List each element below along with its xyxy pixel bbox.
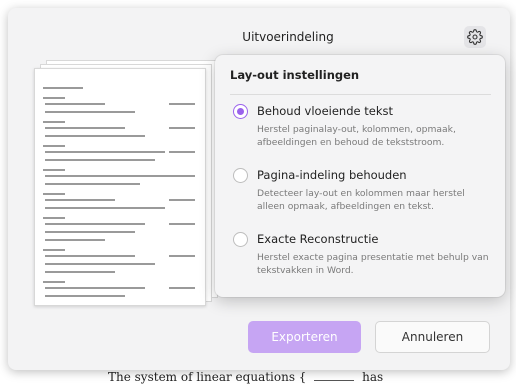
preview-text-line: [43, 145, 65, 147]
layout-settings-popover: Lay-out instellingen Behoud vloeiende te…: [215, 55, 505, 297]
preview-text-line: [43, 87, 83, 89]
preview-text-line: [45, 207, 165, 209]
preview-answer-line: [169, 151, 195, 153]
option-description: Herstel paginalay-out, kolommen, opmaak,…: [257, 124, 456, 148]
page-preview: [34, 60, 220, 306]
preview-text-line: [45, 199, 115, 201]
gear-icon: [467, 29, 483, 45]
preview-text-line: [43, 281, 65, 283]
screen: The system of linear equations { has Uit…: [0, 0, 516, 384]
preview-text-line: [45, 111, 135, 113]
cancel-button[interactable]: Annuleren: [375, 321, 490, 353]
preview-text-line: [43, 217, 65, 219]
export-button[interactable]: Exporteren: [248, 321, 361, 353]
preview-text-line: [43, 193, 65, 195]
option-label: Exacte Reconstructie: [257, 232, 379, 246]
preview-sheet-front: [34, 68, 206, 306]
preview-answer-line: [169, 199, 195, 201]
preview-text-line: [45, 159, 155, 161]
settings-button[interactable]: [464, 26, 486, 48]
preview-text-line: [45, 271, 115, 273]
option-description: Detecteer lay-out en kolommen maar herst…: [257, 188, 465, 212]
preview-text-line: [45, 239, 105, 241]
option-label: Behoud vloeiende tekst: [257, 104, 393, 118]
option-label: Pagina-indeling behouden: [257, 168, 407, 182]
preview-text-line: [43, 97, 65, 99]
preview-text-line: [45, 183, 140, 185]
radio-flowing-text[interactable]: [233, 104, 248, 119]
preview-text-line: [45, 175, 175, 177]
popover-title: Lay-out instellingen: [230, 68, 360, 82]
preview-answer-line: [169, 223, 195, 225]
preview-text-line: [45, 127, 125, 129]
preview-answer-line: [169, 255, 195, 257]
preview-answer-line: [169, 127, 195, 129]
preview-text-line: [45, 103, 105, 105]
radio-keep-page-layout[interactable]: [233, 168, 248, 183]
background-text-suffix: has: [362, 370, 384, 384]
preview-text-line: [45, 287, 145, 289]
background-text-main: The system of linear equations {: [108, 370, 307, 384]
preview-text-line: [45, 263, 155, 265]
option-description: Herstel exacte pagina presentatie met be…: [257, 252, 489, 276]
divider: [230, 94, 491, 95]
preview-text-line: [45, 223, 145, 225]
radio-exact-reconstruction[interactable]: [233, 232, 248, 247]
preview-text-line: [43, 121, 65, 123]
preview-text-line: [45, 295, 125, 297]
preview-text-line: [43, 169, 65, 171]
preview-text-line: [45, 231, 135, 233]
dialog-title: Uitvoerindeling: [242, 30, 334, 44]
preview-answer-line: [169, 103, 195, 105]
preview-text-line: [43, 249, 65, 251]
preview-answer-line: [169, 287, 195, 289]
preview-text-line: [45, 255, 135, 257]
preview-text-line: [45, 135, 145, 137]
preview-text-line: [45, 151, 165, 153]
background-document-text: The system of linear equations { has: [108, 370, 383, 384]
